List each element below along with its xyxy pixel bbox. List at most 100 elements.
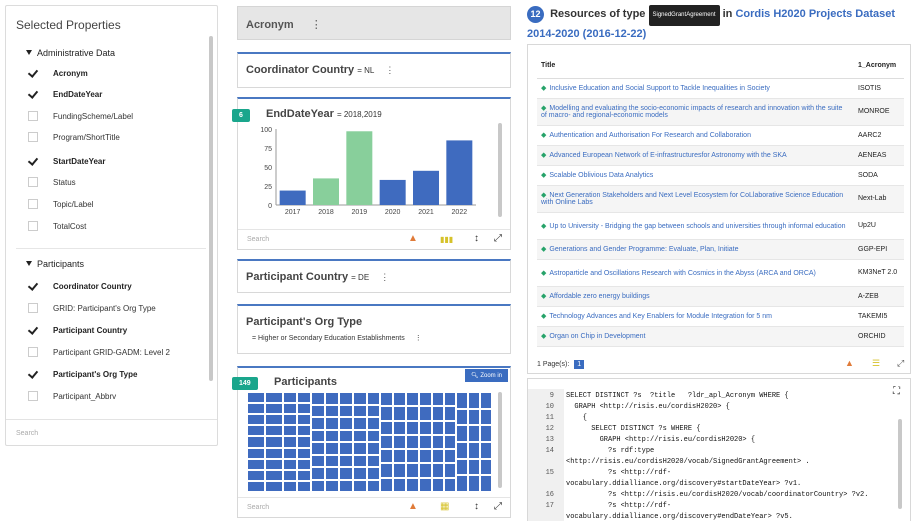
treemap-tile[interactable]: [283, 480, 297, 492]
treemap-tile[interactable]: [444, 463, 456, 478]
treemap-tile[interactable]: [325, 442, 339, 455]
bar-2019[interactable]: [346, 131, 373, 205]
treemap-tile[interactable]: [311, 404, 325, 417]
treemap-tile[interactable]: [311, 467, 325, 480]
property-checkbox[interactable]: [28, 347, 38, 357]
treemap-tile[interactable]: [432, 477, 444, 492]
property-item[interactable]: Acronym: [28, 66, 88, 80]
property-checkbox[interactable]: [28, 89, 38, 99]
treemap-tile[interactable]: [325, 392, 339, 405]
property-checkbox[interactable]: [28, 177, 38, 187]
code-line[interactable]: ?s <http://rdf-: [566, 501, 671, 512]
treemap-tile[interactable]: [456, 475, 468, 492]
property-item[interactable]: Participant GRID-GADM: Level 2: [28, 345, 170, 359]
treemap-tile[interactable]: [419, 434, 432, 450]
treemap-tile[interactable]: [265, 392, 283, 404]
treemap-tile[interactable]: [283, 447, 297, 459]
property-item[interactable]: Coordinator Country: [28, 279, 132, 293]
treemap-tile[interactable]: [456, 458, 468, 476]
facet-participant-org-type[interactable]: Participant's Org Type = Higher or Secon…: [237, 304, 511, 354]
treemap-tile[interactable]: [297, 403, 311, 415]
treemap-tile[interactable]: [456, 408, 468, 426]
treemap-tile[interactable]: [283, 392, 297, 404]
code-line[interactable]: ?s <http://rdf-: [566, 468, 671, 479]
treemap-tile[interactable]: [367, 417, 380, 430]
treemap-tile[interactable]: [380, 420, 393, 435]
property-item[interactable]: Participant's Org Type: [28, 367, 137, 381]
treemap-tile[interactable]: [380, 449, 393, 464]
code-line[interactable]: GRAPH <http://risis.eu/cordisH2020> {: [566, 402, 729, 413]
treemap-tile[interactable]: [283, 414, 297, 426]
scrollbar[interactable]: [498, 123, 502, 217]
treemap-tile[interactable]: [339, 442, 353, 455]
treemap-tile[interactable]: [393, 420, 406, 435]
resource-title-link[interactable]: Next Generation Stakeholders and Next Le…: [541, 192, 843, 206]
treemap-tile[interactable]: [265, 414, 283, 426]
treemap-tile[interactable]: [325, 467, 339, 480]
treemap-tile[interactable]: [480, 458, 492, 476]
treemap-tile[interactable]: [353, 429, 367, 442]
property-checkbox[interactable]: [28, 68, 38, 78]
property-item[interactable]: Participant_Abbrv: [28, 389, 116, 403]
property-checkbox[interactable]: [28, 132, 38, 142]
treemap-tile[interactable]: [297, 425, 311, 437]
facet-coordinator-country[interactable]: Coordinator Country = NL ⋮: [237, 52, 511, 88]
resource-title-link[interactable]: Astroparticle and Oscillations Research …: [549, 270, 816, 277]
treemap-tile[interactable]: [283, 458, 297, 470]
treemap-tile[interactable]: [456, 392, 468, 409]
resize-vertical-icon[interactable]: ↕: [474, 233, 479, 244]
facet-search-input[interactable]: Search: [247, 504, 269, 511]
page-button[interactable]: 1: [574, 360, 585, 369]
participants-treemap[interactable]: [247, 392, 492, 492]
bar-2020[interactable]: [379, 179, 406, 205]
treemap-tile[interactable]: [353, 479, 367, 492]
treemap-tile[interactable]: [468, 392, 480, 409]
property-item[interactable]: Status: [28, 175, 76, 189]
treemap-tile[interactable]: [367, 454, 380, 467]
property-item[interactable]: Participant Country: [28, 323, 127, 337]
treemap-tile[interactable]: [325, 479, 339, 492]
property-item[interactable]: Topic/Label: [28, 197, 93, 211]
flask-icon[interactable]: ▲: [408, 501, 418, 512]
treemap-tile[interactable]: [311, 417, 325, 430]
treemap-tile[interactable]: [297, 447, 311, 459]
treemap-tile[interactable]: [432, 463, 444, 478]
treemap-tile[interactable]: [380, 463, 393, 478]
resource-title-link[interactable]: Inclusive Education and Social Support t…: [549, 85, 770, 92]
flask-icon[interactable]: ▲: [408, 233, 418, 244]
treemap-tile[interactable]: [432, 420, 444, 435]
treemap-tile[interactable]: [406, 434, 419, 450]
resource-title-link[interactable]: Scalable Oblivious Data Analytics: [549, 172, 653, 179]
property-item[interactable]: EndDateYear: [28, 87, 102, 101]
property-checkbox[interactable]: [28, 111, 38, 121]
treemap-tile[interactable]: [480, 475, 492, 492]
treemap-tile[interactable]: [247, 414, 265, 426]
treemap-tile[interactable]: [444, 392, 456, 407]
treemap-tile[interactable]: [393, 392, 406, 407]
facet-menu-icon[interactable]: ⋮: [415, 335, 422, 342]
expand-icon[interactable]: ⤢: [494, 233, 502, 244]
treemap-tile[interactable]: [419, 449, 432, 464]
treemap-tile[interactable]: [444, 449, 456, 464]
property-checkbox[interactable]: [28, 156, 38, 166]
facet-participant-country[interactable]: Participant Country = DE ⋮: [237, 259, 511, 293]
treemap-tile[interactable]: [325, 429, 339, 442]
code-line[interactable]: <http://risis.eu/cordisH2020/vocab/Signe…: [566, 457, 810, 468]
treemap-tile[interactable]: [419, 420, 432, 435]
property-item[interactable]: StartDateYear: [28, 154, 105, 168]
treemap-tile[interactable]: [380, 477, 393, 492]
scrollbar[interactable]: [498, 392, 502, 488]
treemap-tile[interactable]: [468, 475, 480, 492]
treemap-tile[interactable]: [393, 434, 406, 450]
treemap-tile[interactable]: [367, 392, 380, 405]
expand-icon[interactable]: ⤢: [494, 501, 502, 512]
treemap-tile[interactable]: [393, 463, 406, 478]
treemap-tile[interactable]: [297, 436, 311, 448]
treemap-tile[interactable]: [480, 392, 492, 409]
code-line[interactable]: vocabulary.ddialliance.org/discovery#end…: [566, 512, 793, 521]
treemap-tile[interactable]: [468, 458, 480, 476]
treemap-tile[interactable]: [265, 469, 283, 481]
resource-title-link[interactable]: Technology Advances and Key Enablers for…: [549, 313, 772, 320]
treemap-tile[interactable]: [325, 417, 339, 430]
section-header[interactable]: Participants: [26, 259, 84, 269]
